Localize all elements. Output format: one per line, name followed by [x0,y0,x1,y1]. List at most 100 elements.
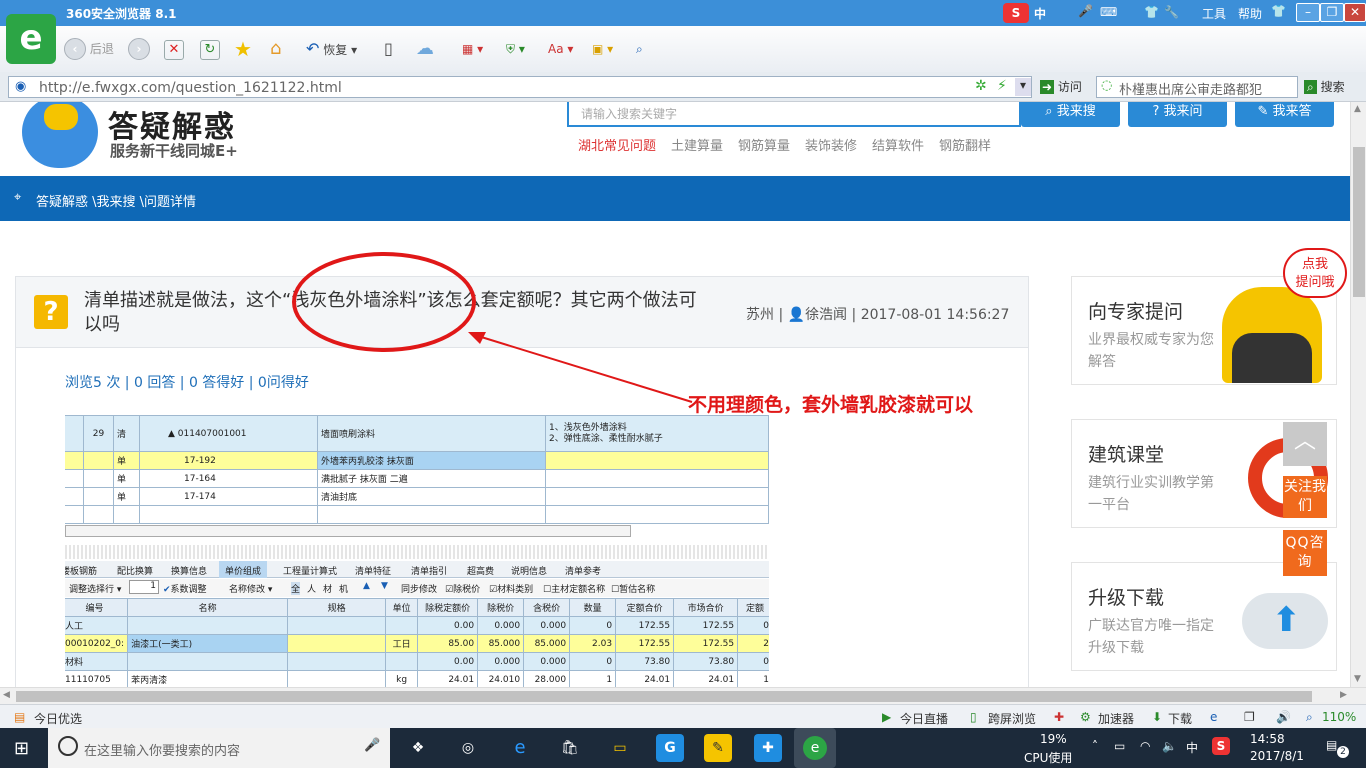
zoom-icon[interactable]: ⌕ [636,38,643,60]
i-answer-button[interactable]: ✎ 我来答 [1235,102,1334,127]
search-button[interactable]: ⌕ 搜索 [1304,78,1345,95]
file-explorer-icon[interactable]: ▭ [606,734,634,762]
close-button[interactable]: ✕ [1344,3,1366,22]
plus-app-icon[interactable]: ✚ [754,734,782,762]
table-row[interactable]: 11110705 苯丙清漆 kg 24.01 24.010 28.000 1 24.01 24.… [65,670,769,687]
chk-notax[interactable]: ☑除税价 [445,582,480,595]
accelerator-link[interactable]: 加速器 [1098,710,1134,727]
zoom-level[interactable]: 110% [1322,710,1356,724]
qq-consult-button[interactable]: QQ咨询 [1283,530,1327,576]
tab[interactable]: 配比换算 [117,564,153,577]
chk-main[interactable]: ☐主材定额名称 [543,582,605,595]
visit-button[interactable]: ➜ 访问 [1040,78,1082,95]
favorites-star-icon[interactable]: ★ [234,38,252,60]
tab[interactable]: 楼板钢筋 [65,564,97,577]
nav-link-fanyang[interactable]: 钢筋翻样 [939,135,991,154]
network-icon[interactable]: ▭ [1114,739,1125,753]
tab[interactable]: 超高费 [467,564,494,577]
qty-input[interactable]: 1 [129,580,159,594]
lightning-icon[interactable]: ⚡ [997,78,1007,94]
task-view-icon[interactable]: ❖ [404,734,432,762]
forward-button[interactable]: › [128,38,150,60]
upgrade-download-card[interactable]: 升级下载 广联达官方唯一指定升级下载 ⬆ [1071,562,1337,671]
chk-category[interactable]: ☑材料类别 [489,582,533,595]
glodon-app-icon[interactable]: G [656,734,684,762]
back-to-top-button[interactable]: ︿ [1283,422,1327,466]
cloud-icon[interactable]: ☁ [416,38,434,60]
table-row[interactable]: 材料 0.00 0.000 0.000 0 73.80 73.80 0 [65,652,769,671]
translate-icon[interactable]: Aa ▾ [548,38,573,60]
horizontal-scrollbar[interactable]: ◀ ▶ [0,687,1366,704]
vertical-scrollbar[interactable]: ▲ ▼ [1350,102,1366,687]
tab-active[interactable]: 单价组成 [219,561,268,578]
scroll-thumb[interactable] [1353,147,1365,297]
wifi-icon[interactable]: ◠ [1140,739,1150,753]
windows-start-icon[interactable]: ⊞ [14,738,29,759]
software-hscroll[interactable] [65,525,631,537]
notes-app-icon[interactable]: ✎ [704,734,732,762]
scroll-up-icon[interactable]: ▲ [1354,104,1361,114]
skin-icon[interactable]: 👕 [1271,4,1286,18]
stop-button[interactable]: ✕ [164,38,184,60]
cross-screen-link[interactable]: 跨屏浏览 [988,710,1036,727]
minimize-button[interactable]: – [1296,3,1320,22]
tab[interactable]: 说明信息 [511,564,547,577]
sogou-ime-icon[interactable]: S [1003,3,1029,23]
tray-chevron-icon[interactable]: ˄ [1092,739,1098,753]
table-row[interactable]: 人工 0.00 0.000 0.000 0 172.55 172.55 0 [65,616,769,635]
down-arrow-icon[interactable]: ▼ [381,581,388,591]
tab[interactable]: 工程量计算式 [283,564,337,577]
apps-icon[interactable]: ▦ ▾ [462,38,483,60]
mic-icon[interactable]: 🎤 [364,738,380,753]
shield-icon[interactable]: ⛨ ▾ [506,38,525,60]
menu-tools[interactable]: 工具 [1202,5,1226,22]
download-link[interactable]: 下载 [1168,710,1192,727]
filter-all[interactable]: 全 [291,582,301,595]
volume-icon[interactable]: 🔊 [1276,710,1291,724]
tab[interactable]: 清单指引 [411,564,447,577]
splitter[interactable] [65,545,769,559]
scroll-left-icon[interactable]: ◀ [3,690,10,700]
filter-machine[interactable]: 机 [339,582,348,595]
ie-icon[interactable]: e [1210,710,1217,724]
store-icon[interactable]: 🛍 [556,734,584,762]
back-button[interactable]: ‹ 后退 [64,38,114,60]
sogou-tray-icon[interactable]: S [1212,737,1230,755]
site-search-input[interactable]: 请输入搜索关键字 [567,102,1021,127]
i-ask-button[interactable]: ? 我来问 [1128,102,1227,127]
clock-time[interactable]: 14:58 [1250,732,1285,746]
i-search-button[interactable]: ⌕ 我来搜 [1021,102,1120,127]
hscroll-thumb[interactable] [16,691,1312,702]
restore-button[interactable]: ↶ 恢复 ▾ [306,38,357,60]
question-author[interactable]: 徐浩闻 [805,307,847,323]
filter-labor[interactable]: 人 [307,582,316,595]
plus-icon[interactable]: ✚ [1054,710,1064,724]
table-row[interactable]: 00010202_0: 油漆工(一类工) 工日 85.00 85.000 85.000 2.… [65,634,769,653]
url-dropdown-icon[interactable]: ▾ [1015,78,1031,96]
scroll-down-icon[interactable]: ▼ [1354,674,1361,684]
chk-estimate[interactable]: ☐暂估名称 [611,582,655,595]
todaypick-icon[interactable]: ▤ [14,710,25,724]
nav-link-zhuangshi[interactable]: 装饰装修 [805,135,857,154]
ime-mode-label[interactable]: 中 [1034,5,1046,22]
nav-link-tujian[interactable]: 土建算量 [671,135,723,154]
phone-icon[interactable]: ▯ [384,38,393,60]
keyboard-icon[interactable]: ⌨ [1100,5,1117,19]
adjust-select[interactable]: 调整选择行 ▾ [69,582,121,595]
tab[interactable]: 清单特征 [355,564,391,577]
wrench-icon[interactable]: 🔧 [1164,5,1179,19]
rename-select[interactable]: 名称修改 ▾ [229,582,272,595]
nav-link-hubei[interactable]: 湖北常见问题 [578,135,656,154]
nav-link-jiesuan[interactable]: 结算软件 [872,135,924,154]
browser-360-task-icon[interactable]: e [794,728,836,768]
speedup-icon[interactable]: ✲ [975,78,987,94]
window-icon[interactable]: ❐ [1244,710,1255,724]
url-field[interactable]: ◉ http://e.fwxgx.com/question_1621122.ht… [8,76,1032,98]
notification-icon[interactable]: ▤ [1326,738,1337,752]
maximize-button[interactable]: ❐ [1320,3,1344,22]
speaker-icon[interactable]: 🔈 [1162,739,1177,753]
nav-link-gangjin[interactable]: 钢筋算量 [738,135,790,154]
today-pick-label[interactable]: 今日优选 [34,710,82,727]
taskbar-search[interactable]: 在这里输入你要搜索的内容 🎤 [48,728,390,768]
tab[interactable]: 换算信息 [171,564,207,577]
